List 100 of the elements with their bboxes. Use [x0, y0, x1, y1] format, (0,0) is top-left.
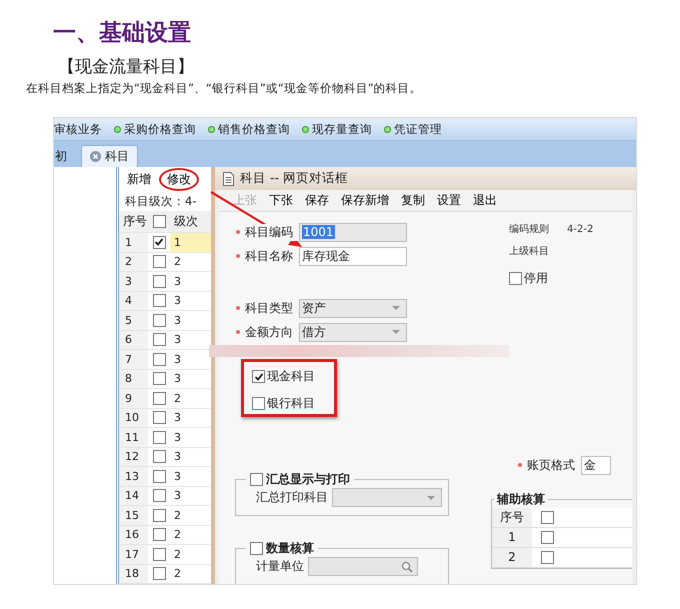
level-cell[interactable]: 3: [170, 448, 211, 466]
checkbox[interactable]: [152, 392, 166, 405]
level-cell[interactable]: 3: [170, 292, 211, 310]
field-label: 科目编码: [245, 224, 299, 240]
checkbox[interactable]: [252, 397, 265, 410]
row-number: 6: [119, 330, 148, 349]
checkbox[interactable]: [250, 473, 263, 486]
level-cell[interactable]: 3: [170, 350, 211, 368]
row-number: 18: [119, 564, 148, 583]
toolbar-button[interactable]: 保存新增: [337, 190, 393, 211]
checkbox[interactable]: [152, 528, 166, 542]
description-text: 在科目档案上指定为“现金科目”、“银行科目”或“现金等价物科目”的科目。: [26, 80, 423, 96]
menu-item[interactable]: 审核业务: [54, 122, 102, 136]
text-field[interactable]: 库存现金: [299, 246, 407, 266]
dialog-title: 科目 -- 网页对话框: [240, 170, 348, 187]
checkbox[interactable]: [152, 352, 166, 366]
select-all-checkbox[interactable]: [152, 215, 166, 228]
tab[interactable]: 科目: [81, 145, 138, 167]
checkbox-option[interactable]: 银行科目: [252, 395, 334, 412]
row-number: 1: [119, 233, 148, 252]
row-number: 16: [119, 526, 148, 544]
level-cell[interactable]: 3: [170, 311, 211, 330]
checkbox[interactable]: [250, 542, 263, 555]
close-icon[interactable]: [90, 151, 101, 162]
level-cell[interactable]: 3: [170, 330, 211, 349]
level-cell[interactable]: 3: [170, 272, 211, 290]
checkbox[interactable]: [152, 548, 166, 561]
row-number: 9: [119, 389, 148, 408]
row-number: 4: [119, 292, 148, 310]
checkbox[interactable]: [152, 372, 166, 386]
checkbox[interactable]: [252, 370, 265, 383]
toolbar-button[interactable]: 设置: [433, 190, 465, 211]
search-field[interactable]: [308, 557, 418, 576]
checkbox[interactable]: [152, 450, 166, 464]
checkbox[interactable]: [152, 255, 166, 268]
level-cell[interactable]: 3: [170, 467, 211, 486]
row-number: 11: [119, 428, 148, 446]
bullet-icon: [384, 126, 391, 132]
readonly-field[interactable]: 1001: [299, 222, 407, 242]
tab[interactable]: 初: [54, 146, 75, 167]
level-cell[interactable]: 2: [170, 252, 211, 271]
menu-item[interactable]: 现存量查询: [302, 122, 372, 136]
level-cell[interactable]: 3: [170, 408, 211, 427]
toolbar-button[interactable]: 保存: [301, 190, 333, 211]
checkbox[interactable]: [152, 489, 166, 502]
row-number: 17: [119, 545, 148, 564]
level-cell[interactable]: 2: [170, 506, 211, 524]
dropdown[interactable]: 借方: [299, 322, 407, 342]
search-icon[interactable]: [401, 560, 413, 572]
bullet-icon: [114, 126, 121, 132]
checkbox[interactable]: [152, 333, 166, 346]
checkbox[interactable]: [540, 531, 554, 544]
toolbar-button[interactable]: 新增: [123, 168, 155, 190]
checkbox[interactable]: [152, 236, 166, 249]
checkbox[interactable]: [152, 294, 166, 308]
level-cell[interactable]: 3: [170, 370, 211, 388]
checkbox[interactable]: [152, 274, 166, 288]
info-value: 4-2-2: [567, 224, 594, 234]
row-number: 10: [119, 408, 148, 427]
checkbox-option[interactable]: 停用: [509, 270, 632, 287]
row-number: 14: [119, 486, 148, 505]
caret-icon: [392, 330, 400, 334]
level-cell[interactable]: 2: [170, 545, 211, 564]
toolbar-button[interactable]: 复制: [397, 190, 429, 211]
column-header: 序号: [492, 508, 532, 527]
row-number: 13: [119, 467, 148, 486]
checkbox[interactable]: [152, 470, 166, 483]
checkbox[interactable]: [152, 508, 166, 522]
level-cell[interactable]: 3: [170, 486, 211, 505]
field-label: 计量单位: [256, 558, 304, 575]
row-number: 12: [119, 448, 148, 466]
dropdown[interactable]: 金: [581, 456, 611, 474]
row-number: 2: [492, 548, 532, 567]
toolbar-button[interactable]: 下张: [265, 190, 297, 211]
subsection-heading: 【现金流量科目】: [58, 56, 195, 78]
level-rule-label: 科目级次：4-: [124, 193, 198, 210]
menu-item[interactable]: 采购价格查询: [114, 122, 196, 136]
level-cell[interactable]: 2: [170, 389, 211, 408]
level-cell[interactable]: 1: [170, 233, 211, 252]
level-cell[interactable]: 3: [170, 428, 211, 446]
select-all-checkbox[interactable]: [540, 511, 554, 524]
menu-item[interactable]: 销售价格查询: [208, 122, 290, 136]
checkbox[interactable]: [540, 551, 554, 564]
level-cell[interactable]: 2: [170, 526, 211, 544]
level-cell[interactable]: 2: [170, 564, 211, 583]
circled-toolbar-button[interactable]: 修改: [159, 168, 199, 190]
document-icon: [223, 172, 234, 186]
row-number: 5: [119, 311, 148, 330]
checkbox[interactable]: [152, 567, 166, 580]
dropdown[interactable]: 资产: [299, 298, 407, 318]
checkbox[interactable]: [152, 430, 166, 444]
checkbox-option[interactable]: 现金科目: [252, 368, 334, 385]
menu-item[interactable]: 凭证管理: [384, 122, 442, 136]
toolbar-button[interactable]: 退出: [469, 190, 501, 211]
row-number: 15: [119, 506, 148, 524]
checkbox[interactable]: [509, 272, 522, 285]
checkbox[interactable]: [152, 411, 166, 424]
group-title: 辅助核算: [496, 491, 546, 508]
column-header: 级次: [173, 213, 199, 230]
checkbox[interactable]: [152, 314, 166, 327]
